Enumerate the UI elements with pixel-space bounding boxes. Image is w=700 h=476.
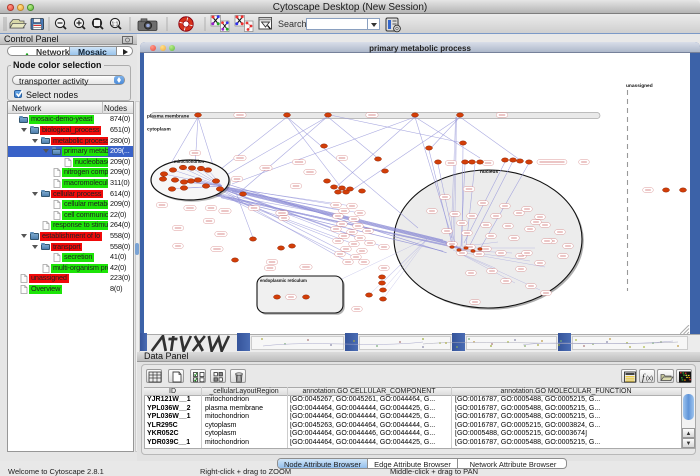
svg-text:nucleus: nucleus	[480, 169, 498, 175]
svg-text:plasma membrane: plasma membrane	[147, 113, 189, 119]
svg-text:(x): (x)	[646, 376, 653, 382]
svg-text:endoplasmic reticulum: endoplasmic reticulum	[260, 278, 307, 283]
svg-text:mitochondrion: mitochondrion	[174, 159, 204, 164]
svg-text:unassigned: unassigned	[626, 83, 653, 89]
svg-text:1:1: 1:1	[112, 21, 119, 27]
svg-text:cytoplasm: cytoplasm	[147, 126, 171, 132]
